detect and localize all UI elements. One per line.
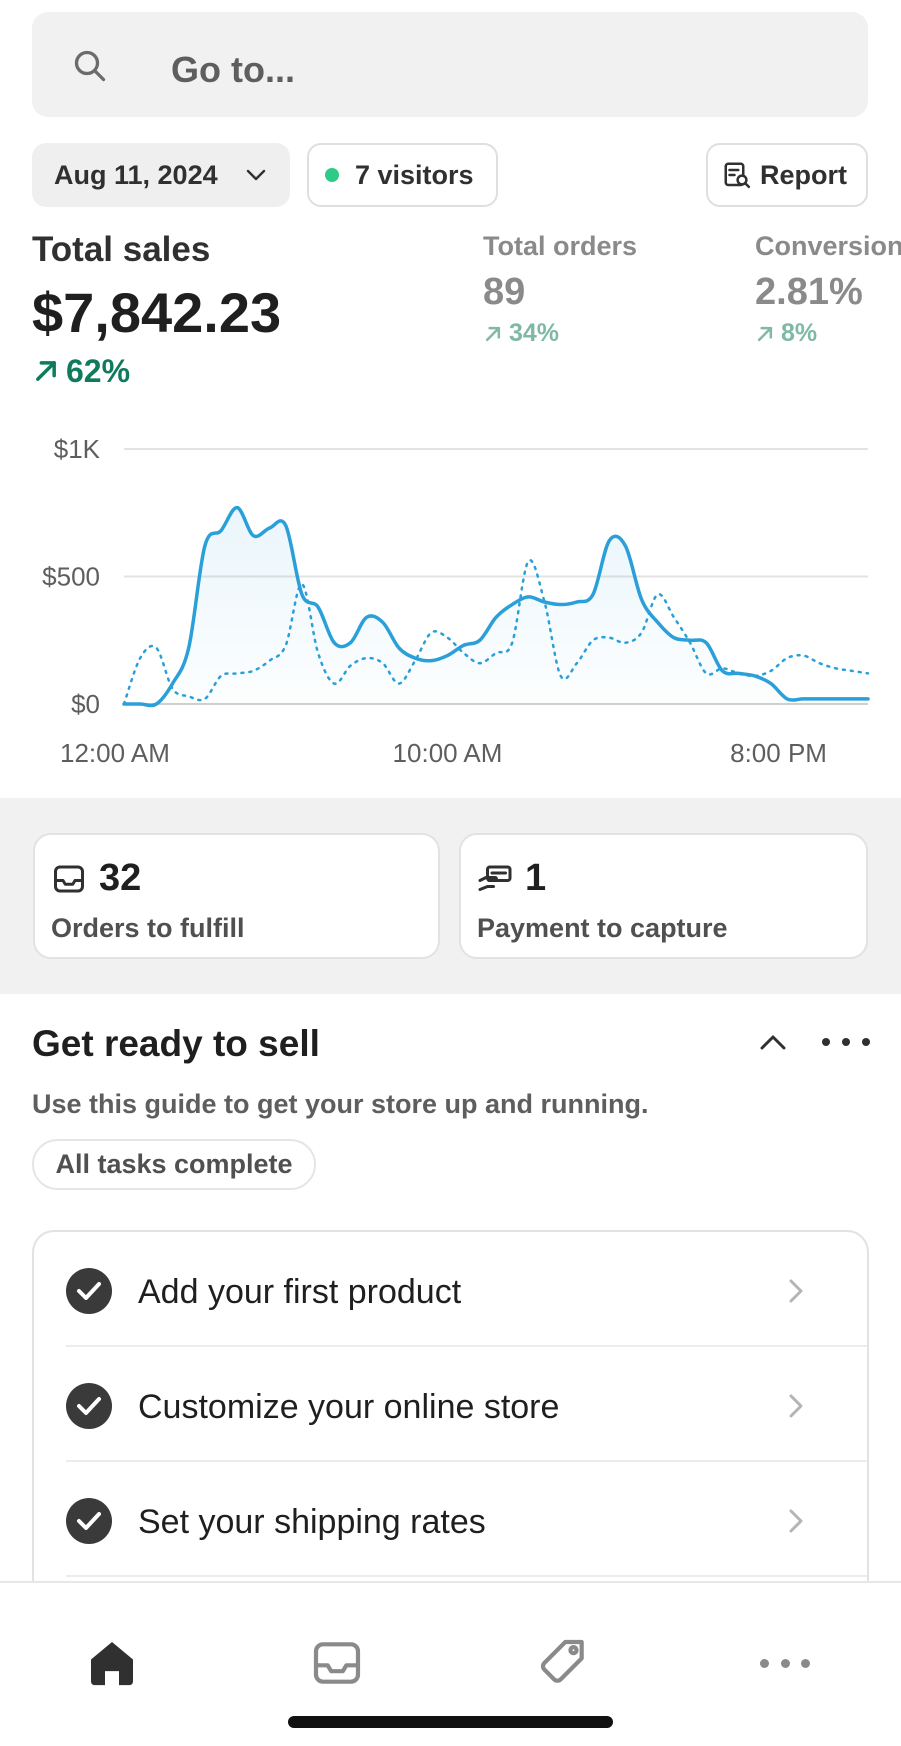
- live-visitors-button[interactable]: 7 visitors: [307, 143, 498, 207]
- payment-to-capture-label: Payment to capture: [477, 913, 728, 943]
- x-tick-label: 12:00 AM: [60, 738, 170, 768]
- total-orders-metric[interactable]: Total orders 89 34%: [483, 233, 637, 346]
- date-picker-button[interactable]: Aug 11, 2024: [32, 143, 290, 207]
- total-orders-value: 89: [483, 271, 526, 313]
- chevron-down-icon: [246, 169, 266, 181]
- payment-to-capture-card[interactable]: 1 Payment to capture: [459, 833, 868, 959]
- y-tick-label: $0: [71, 689, 100, 719]
- sales-chart[interactable]: $1K $500 $0 12:00 AM 10:00 AM 8:00 PM: [0, 420, 901, 780]
- orders-to-fulfill-card[interactable]: 32 Orders to fulfill: [33, 833, 440, 959]
- more-options-icon[interactable]: [822, 1028, 870, 1056]
- task-label: Customize your online store: [138, 1388, 560, 1426]
- conversion-metric[interactable]: Conversion 2.81% 8%: [755, 233, 901, 346]
- orders-to-fulfill-label: Orders to fulfill: [51, 913, 245, 943]
- orders-icon[interactable]: [309, 1635, 365, 1691]
- arrow-up-right-icon: [36, 361, 56, 381]
- report-label: Report: [760, 159, 847, 190]
- task-label: Set your shipping rates: [138, 1503, 486, 1541]
- inbox-icon: [54, 865, 84, 893]
- products-tag-icon[interactable]: [535, 1635, 591, 1691]
- search-bar[interactable]: Go to...: [32, 12, 868, 117]
- chevron-right-icon: [789, 1509, 803, 1533]
- orders-to-fulfill-count: 32: [99, 857, 142, 899]
- total-sales-change: 62%: [32, 355, 130, 387]
- search-input[interactable]: Go to...: [171, 52, 295, 88]
- total-orders-label: Total orders: [483, 231, 638, 261]
- live-dot-icon: [325, 168, 339, 182]
- setup-guide-title: Get ready to sell: [32, 1023, 320, 1064]
- date-label: Aug 11, 2024: [54, 159, 218, 190]
- visitors-label: 7 visitors: [355, 159, 474, 190]
- checkmark-circle-icon: [66, 1498, 112, 1544]
- x-tick-label: 10:00 AM: [393, 738, 503, 768]
- chevron-right-icon: [789, 1279, 803, 1303]
- task-shipping-rates[interactable]: Set your shipping rates: [34, 1462, 867, 1577]
- conversion-change-value: 8%: [781, 319, 818, 347]
- y-tick-label: $1K: [54, 434, 101, 464]
- task-customize-store[interactable]: Customize your online store: [34, 1347, 867, 1462]
- conversion-value: 2.81%: [755, 271, 863, 313]
- task-add-product[interactable]: Add your first product: [34, 1232, 867, 1347]
- conversion-change: 8%: [755, 321, 901, 346]
- setup-task-list: Add your first product Customize your on…: [32, 1230, 869, 1630]
- status-badge: All tasks complete: [32, 1139, 316, 1190]
- total-sales-label: Total sales: [32, 230, 211, 269]
- chevron-right-icon: [789, 1394, 803, 1418]
- total-sales-change-value: 62%: [66, 353, 131, 389]
- y-tick-label: $500: [42, 562, 100, 592]
- more-icon[interactable]: [760, 1635, 810, 1691]
- conversion-label: Conversion: [755, 231, 901, 261]
- arrow-up-right-icon: [757, 326, 773, 341]
- arrow-up-right-icon: [485, 326, 501, 341]
- home-icon[interactable]: [84, 1635, 140, 1691]
- home-indicator: [288, 1716, 613, 1728]
- total-orders-change: 34%: [483, 321, 637, 346]
- report-button[interactable]: Report: [706, 143, 868, 207]
- checkmark-circle-icon: [66, 1383, 112, 1429]
- report-icon: [724, 162, 751, 189]
- setup-guide-subtitle: Use this guide to get your store up and …: [32, 1089, 649, 1119]
- total-orders-change-value: 34%: [509, 319, 560, 347]
- total-sales-value: $7,842.23: [32, 281, 282, 344]
- payment-to-capture-count: 1: [525, 857, 547, 899]
- checkmark-circle-icon: [66, 1268, 112, 1314]
- search-icon: [74, 50, 106, 82]
- payment-hand-icon: [478, 865, 512, 891]
- chevron-up-icon[interactable]: [756, 1028, 790, 1056]
- task-label: Add your first product: [138, 1273, 462, 1311]
- x-tick-label: 8:00 PM: [730, 738, 827, 768]
